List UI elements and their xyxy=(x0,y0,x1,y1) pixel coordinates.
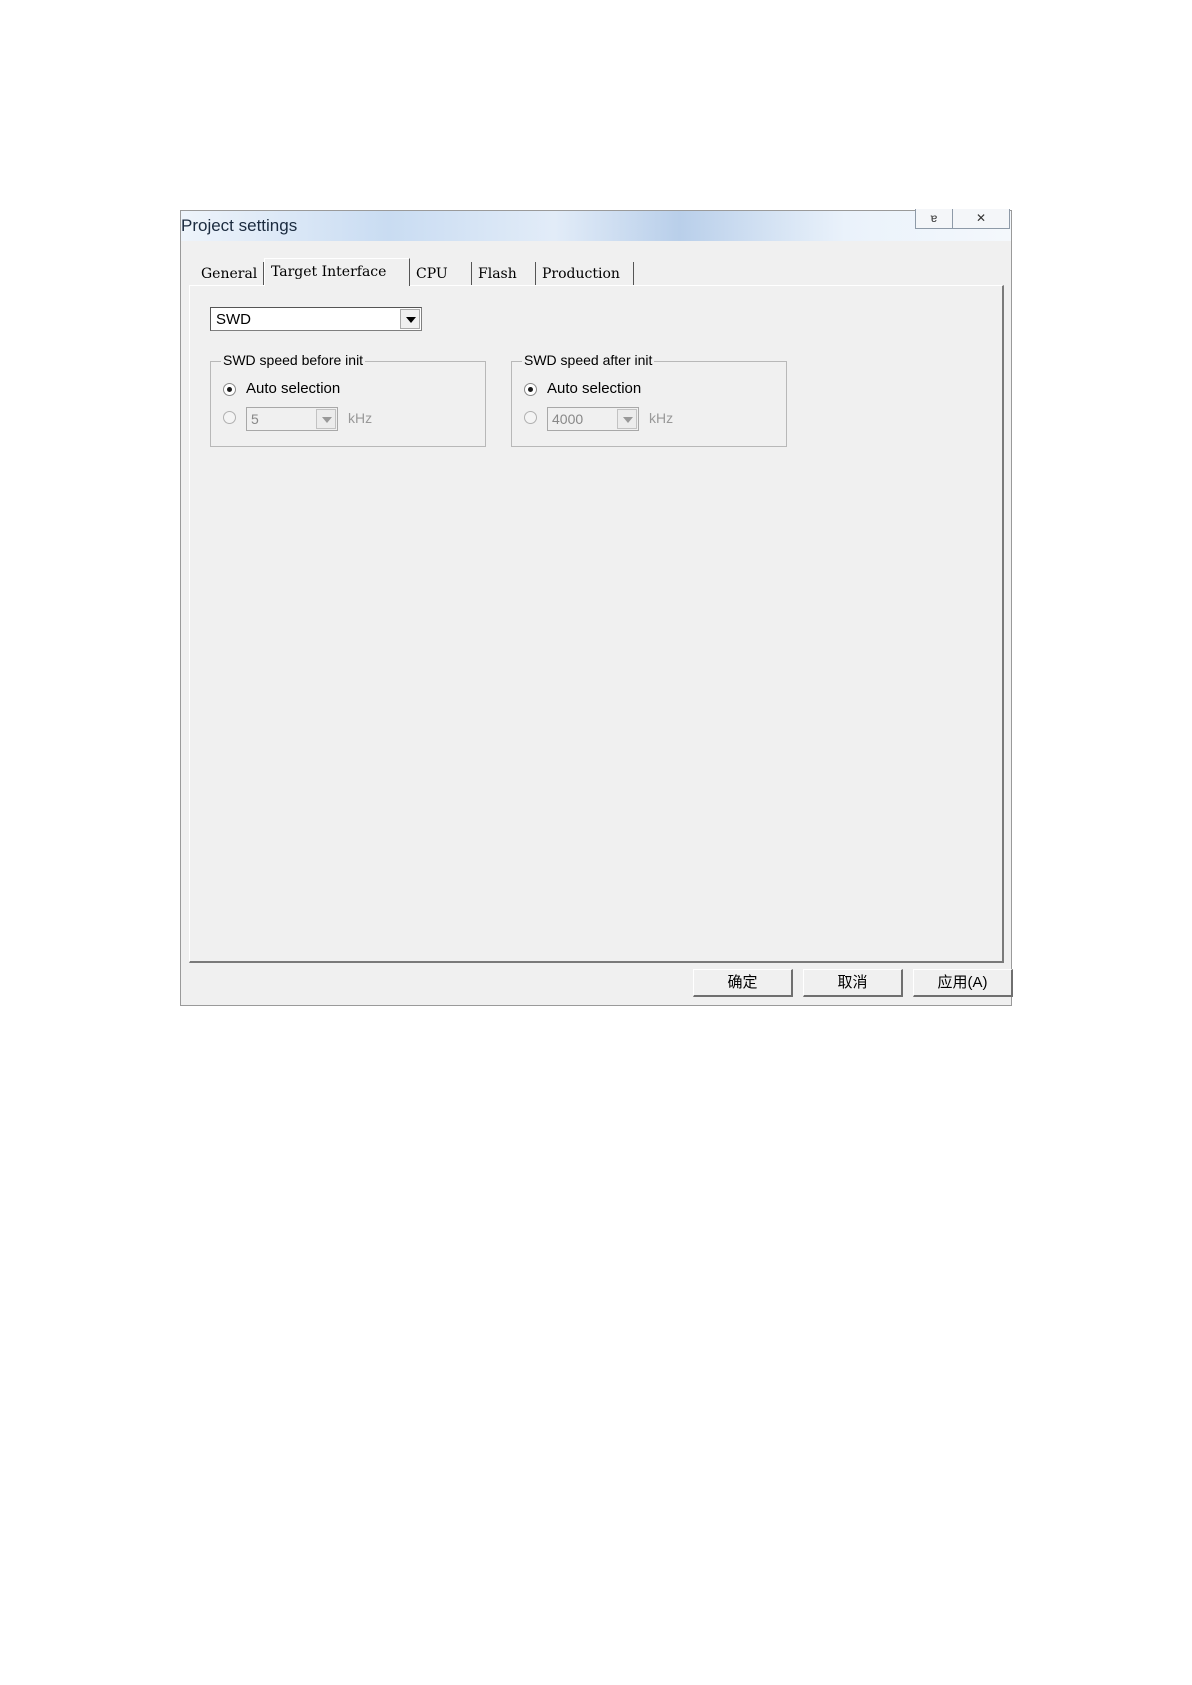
speed-before-value-select[interactable]: 5 xyxy=(246,407,338,431)
speed-before-unit: kHz xyxy=(348,410,373,426)
project-settings-dialog: Project settings ɐ ✕ General Target Inte… xyxy=(180,209,1013,1006)
speed-before-auto-label: Auto selection xyxy=(246,380,341,397)
tab-target-interface[interactable]: Target Interface xyxy=(264,258,410,286)
tab-production[interactable]: Production xyxy=(536,262,634,286)
speed-before-manual-radio[interactable] xyxy=(223,411,236,424)
close-icon[interactable]: ✕ xyxy=(952,209,1010,229)
ok-button[interactable]: 确定 xyxy=(693,969,793,997)
chevron-down-icon xyxy=(406,317,416,323)
speed-before-auto-radio[interactable] xyxy=(223,383,236,396)
target-interface-panel: SWD SWD speed before init Auto selection… xyxy=(189,285,1004,963)
interface-select[interactable]: SWD xyxy=(210,307,422,331)
help-icon[interactable]: ɐ xyxy=(915,209,953,229)
apply-button[interactable]: 应用(A) xyxy=(913,969,1013,997)
title-bar[interactable]: Project settings ɐ ✕ xyxy=(181,209,1011,241)
speed-before-init-title: SWD speed before init xyxy=(221,352,366,368)
speed-after-manual-radio[interactable] xyxy=(524,411,537,424)
speed-after-init-title: SWD speed after init xyxy=(522,352,655,368)
tab-bar: General Target Interface CPU Flash Produ… xyxy=(195,258,634,286)
chevron-down-icon xyxy=(623,417,633,423)
speed-after-dropdown-button[interactable] xyxy=(617,409,637,429)
window-title: Project settings xyxy=(181,216,298,235)
tab-general[interactable]: General xyxy=(195,262,264,286)
speed-before-init-group: SWD speed before init Auto selection 5 k… xyxy=(210,352,486,447)
speed-before-dropdown-button[interactable] xyxy=(316,409,336,429)
speed-after-auto-radio[interactable] xyxy=(524,383,537,396)
chevron-down-icon xyxy=(322,417,332,423)
speed-after-init-group: SWD speed after init Auto selection 4000… xyxy=(511,352,787,447)
speed-after-unit: kHz xyxy=(649,410,674,426)
interface-select-dropdown-button[interactable] xyxy=(400,309,420,329)
tab-cpu[interactable]: CPU xyxy=(410,262,472,286)
speed-before-value: 5 xyxy=(251,411,259,427)
speed-after-value: 4000 xyxy=(552,411,584,427)
interface-select-value: SWD xyxy=(216,311,251,328)
cancel-button[interactable]: 取消 xyxy=(803,969,903,997)
tab-flash[interactable]: Flash xyxy=(472,262,536,286)
speed-after-auto-label: Auto selection xyxy=(547,380,642,397)
speed-after-value-select[interactable]: 4000 xyxy=(547,407,639,431)
